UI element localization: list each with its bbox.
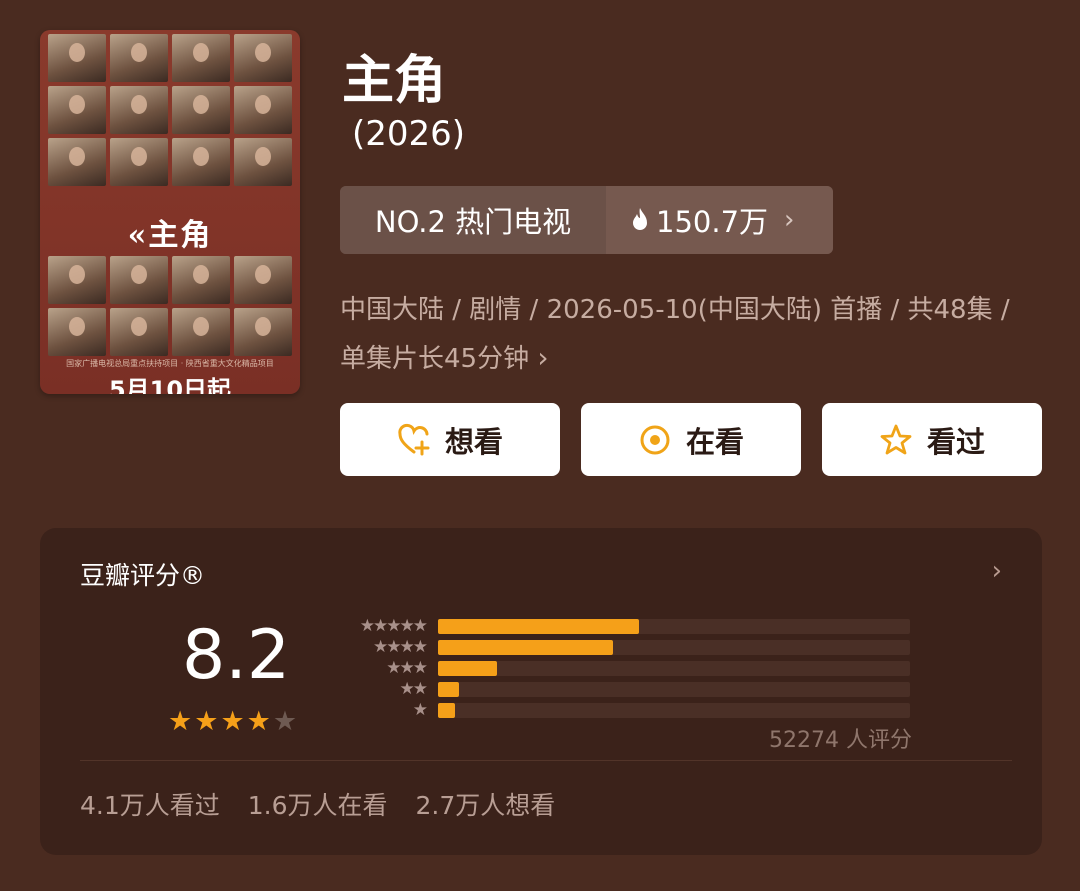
watched-count: 4.1万人看过 — [80, 791, 220, 820]
watched-button[interactable]: 看过 — [822, 403, 1042, 476]
button-label: 想看 — [444, 424, 503, 459]
rating-card-title: 豆瓣评分® — [80, 561, 206, 590]
button-label: 在看 — [685, 424, 744, 459]
row-stars-icon: ★★★★ — [373, 637, 428, 657]
rating-score: 8.2 — [182, 616, 291, 695]
target-icon — [640, 425, 670, 454]
star-filled-icon: ★ — [246, 706, 271, 737]
rating-card[interactable]: 豆瓣评分® › 8.2 ★ ★ ★ ★ ★ ★★★★★ ★★★★ ★★★ ★★ ★ 52274 … — [40, 528, 1042, 855]
audience-stats: 4.1万人看过 1.6万人在看 2.7万人想看 — [80, 786, 555, 822]
distribution-row: ★★★★★ — [336, 616, 912, 637]
star-filled-icon: ★ — [220, 706, 245, 737]
distribution-track — [438, 661, 910, 676]
poster-image[interactable]: «主角 国家广播电视总局重点扶持项目 · 陕西省重大文化精品项目 5月10日起 — [40, 30, 300, 394]
distribution-track — [438, 682, 910, 697]
rating-stars: ★ ★ ★ ★ ★ — [168, 708, 297, 735]
want-to-watch-button[interactable]: 想看 — [340, 403, 560, 476]
star-filled-icon: ★ — [168, 706, 193, 737]
raters-count: 52274 人评分 — [769, 728, 912, 753]
want-count: 2.7万人想看 — [415, 791, 556, 820]
distribution-track — [438, 703, 910, 718]
rating-distribution: ★★★★★ ★★★★ ★★★ ★★ ★ — [336, 616, 912, 721]
divider — [80, 760, 1012, 761]
poster-date: 5月10日起 — [108, 376, 232, 394]
distribution-bar — [438, 661, 497, 676]
metadata-text: 中国大陆 / 剧情 / 2026-05-10(中国大陆) 首播 / 共48集 /… — [340, 295, 1010, 374]
distribution-bar — [438, 619, 639, 634]
row-stars-icon: ★ — [412, 700, 428, 720]
distribution-row: ★★★ — [336, 658, 912, 679]
distribution-row: ★★ — [336, 679, 912, 700]
row-stars-icon: ★★★★★ — [359, 616, 428, 636]
distribution-row: ★★★★ — [336, 637, 912, 658]
ranking-pill[interactable]: NO.2 热门电视 150.7万 › — [340, 186, 833, 254]
show-title: 主角 — [342, 51, 447, 111]
ranking-label: NO.2 热门电视 — [340, 186, 606, 254]
star-outline-icon — [880, 424, 912, 454]
heart-plus-icon — [398, 423, 430, 455]
row-stars-icon: ★★ — [399, 679, 429, 699]
poster-cast-grid-bottom — [48, 256, 292, 356]
distribution-bar — [438, 703, 455, 718]
button-label: 看过 — [926, 424, 985, 459]
chevron-right-icon[interactable]: › — [992, 556, 1002, 586]
star-empty-icon: ★ — [272, 706, 298, 737]
distribution-bar — [438, 640, 613, 655]
show-year: (2026) — [352, 114, 466, 154]
poster-cast-grid-top — [48, 34, 292, 186]
distribution-track — [438, 619, 910, 634]
distribution-row: ★ — [336, 700, 912, 721]
star-filled-icon: ★ — [194, 706, 219, 737]
chevron-right-icon: › — [537, 341, 549, 374]
show-metadata[interactable]: 中国大陆 / 剧情 / 2026-05-10(中国大陆) 首播 / 共48集 /… — [340, 286, 1040, 383]
distribution-track — [438, 640, 910, 655]
row-stars-icon: ★★★ — [386, 658, 428, 678]
chevron-right-icon: › — [784, 205, 795, 235]
flame-icon — [633, 208, 647, 230]
poster-small-print: 国家广播电视总局重点扶持项目 · 陕西省重大文化精品项目 — [66, 359, 274, 368]
heat-indicator[interactable]: 150.7万 › — [606, 186, 833, 254]
distribution-bar — [438, 682, 460, 697]
heat-value: 150.7万 — [656, 205, 769, 239]
poster-title: «主角 — [127, 218, 213, 253]
watching-count: 1.6万人在看 — [247, 791, 388, 820]
watching-button[interactable]: 在看 — [581, 403, 801, 476]
